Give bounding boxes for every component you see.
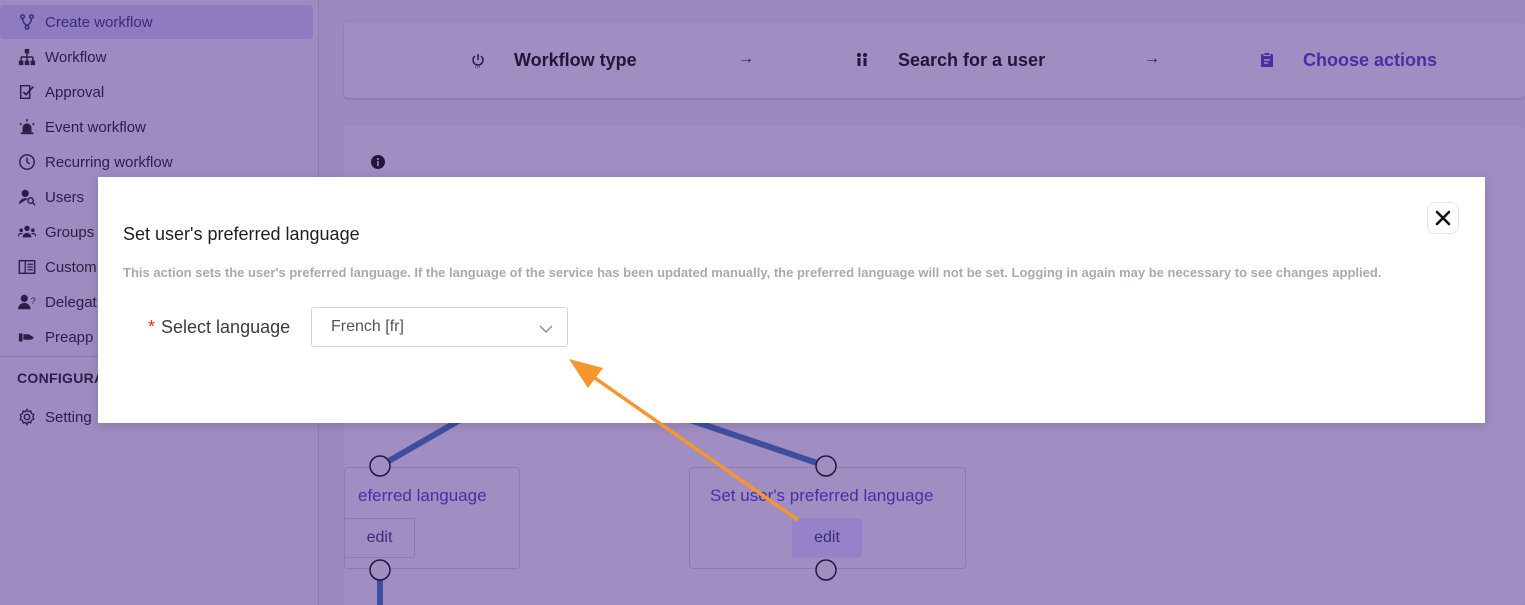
workflow-stepper: Workflow type → Search for a user → Choo… xyxy=(344,22,1525,98)
approval-icon xyxy=(17,82,37,102)
step-choose-actions[interactable]: Choose actions xyxy=(1259,22,1437,98)
step-search-user[interactable]: Search for a user xyxy=(854,22,1045,98)
step-label: Choose actions xyxy=(1303,49,1438,70)
step-arrow-icon: → xyxy=(738,50,754,67)
groups-icon xyxy=(17,222,37,242)
close-button[interactable] xyxy=(1427,202,1459,234)
alarm-icon xyxy=(17,117,37,137)
node-title: Set user's preferred language xyxy=(710,486,934,505)
branch-icon xyxy=(17,12,37,32)
required-mark: * xyxy=(148,317,156,337)
node-edit-button[interactable]: edit xyxy=(344,518,415,558)
close-icon xyxy=(1435,210,1451,226)
people-icon xyxy=(854,52,870,68)
step-label: Search for a user xyxy=(898,49,1046,70)
sidebar-item-label: Workflow xyxy=(45,48,107,66)
clipboard-icon xyxy=(1259,52,1275,68)
selected-value: French [fr] xyxy=(331,318,404,335)
power-icon xyxy=(470,52,486,68)
user-search-icon xyxy=(17,187,37,207)
modal-description: This action sets the user's preferred la… xyxy=(123,265,1382,280)
sidebar-item-create-workflow[interactable]: Create workflow xyxy=(0,5,313,39)
sidebar-item-label: Delegat xyxy=(45,293,97,311)
sidebar-item-label: Setting xyxy=(45,408,92,426)
sidebar-item-label: Recurring workflow xyxy=(45,153,173,171)
language-select[interactable]: French [fr] xyxy=(311,307,568,347)
sidebar-item-label: Users xyxy=(45,188,85,206)
sidebar-item-workflow[interactable]: Workflow xyxy=(0,40,313,74)
select-language-label: * Select language xyxy=(148,317,290,338)
step-label: Workflow type xyxy=(514,49,637,70)
svg-text:?: ? xyxy=(31,296,36,306)
sidebar-item-approval[interactable]: Approval xyxy=(0,75,313,109)
field-label-text: Select language xyxy=(161,317,291,337)
columns-icon xyxy=(17,257,37,277)
step-workflow-type[interactable]: Workflow type xyxy=(470,22,637,98)
preapproval-icon xyxy=(17,327,37,347)
sidebar-item-event-workflow[interactable]: Event workflow xyxy=(0,110,313,144)
sidebar-item-recurring-workflow[interactable]: Recurring workflow xyxy=(0,145,313,179)
delegate-icon: ? xyxy=(17,292,37,312)
node-edit-button[interactable]: edit xyxy=(792,518,862,558)
gear-icon xyxy=(17,407,37,427)
step-arrow-icon: → xyxy=(1144,50,1160,67)
clock-icon xyxy=(17,152,37,172)
node-title: eferred language xyxy=(358,486,487,505)
sidebar-item-label: Preapp xyxy=(45,328,94,346)
sidebar-item-label: Custom xyxy=(45,258,97,276)
sidebar-item-label: Approval xyxy=(45,83,105,101)
sitemap-icon xyxy=(17,47,37,67)
sidebar-item-label: Create workflow xyxy=(45,13,153,31)
info-icon xyxy=(371,155,385,169)
sidebar-section-title: CONFIGURA xyxy=(17,370,105,386)
sidebar-item-label: Event workflow xyxy=(45,118,146,136)
chevron-down-icon xyxy=(539,325,553,333)
modal-title: Set user's preferred language xyxy=(123,224,360,244)
sidebar-item-label: Groups xyxy=(45,223,95,241)
set-language-modal: Set user's preferred language This actio… xyxy=(98,177,1485,423)
